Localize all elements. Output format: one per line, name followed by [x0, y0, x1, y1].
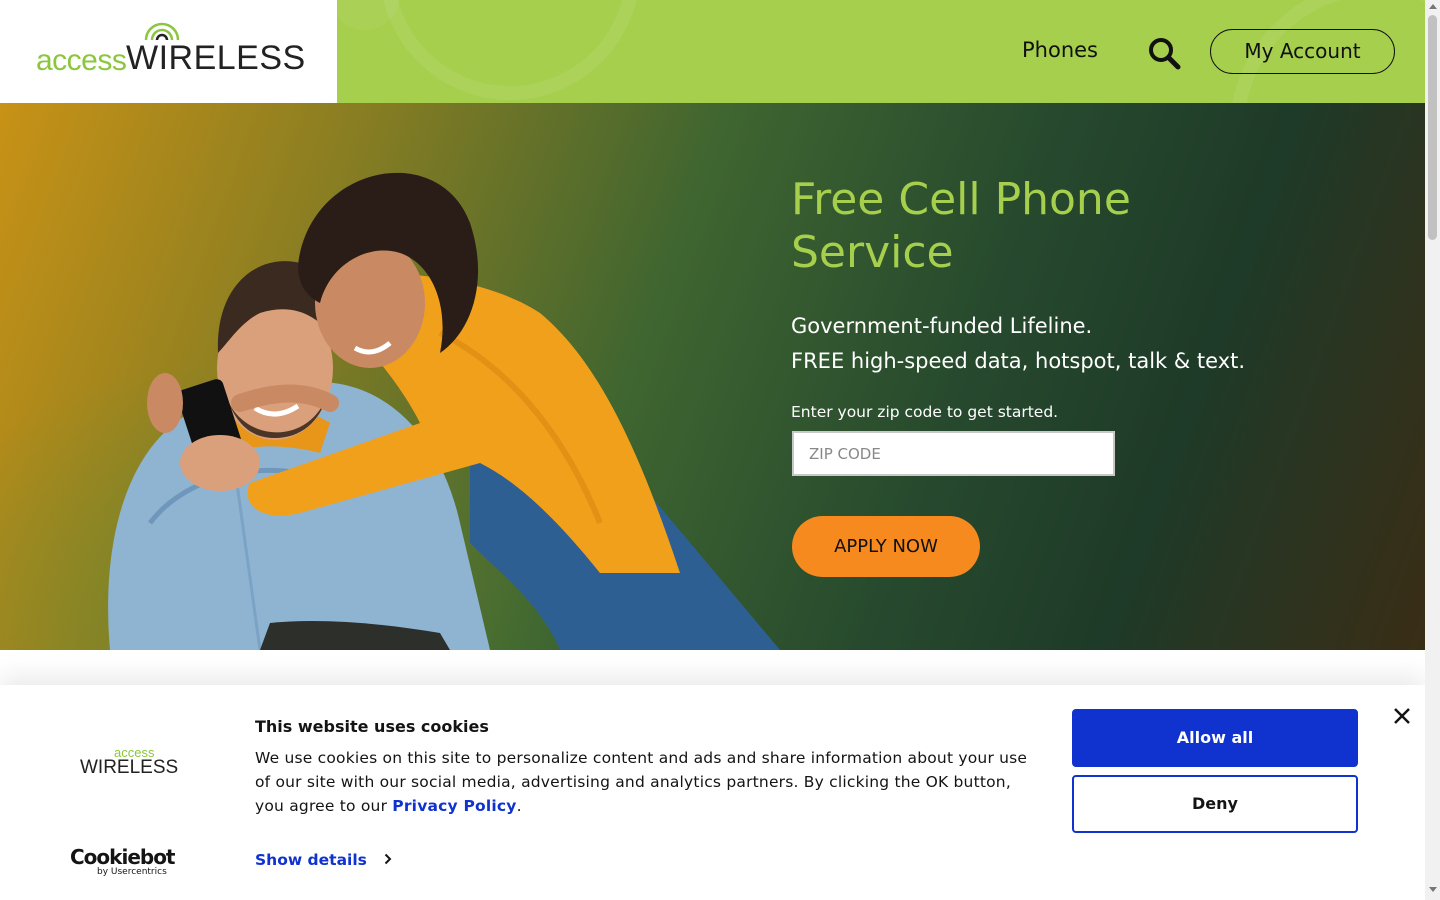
cookie-banner-title: This website uses cookies — [255, 717, 489, 736]
decorative-dot — [330, 0, 400, 30]
allow-all-button[interactable]: Allow all — [1072, 709, 1358, 767]
apply-now-button[interactable]: APPLY NOW — [792, 516, 980, 577]
deny-button[interactable]: Deny — [1072, 775, 1358, 833]
search-icon[interactable] — [1147, 36, 1181, 70]
banner-company-logo: access WIRELESS — [80, 745, 178, 779]
banner-logo-text-wireless: WIRELESS — [80, 757, 179, 778]
cookiebot-logo[interactable]: Cookiebot by Usercentrics — [70, 845, 175, 877]
hero-subtitle-line2: FREE high-speed data, hotspot, talk & te… — [791, 349, 1246, 373]
logo-container[interactable]: access WIRELESS — [0, 0, 337, 103]
hero-section: Free Cell Phone Service Government-funde… — [0, 103, 1425, 650]
cookie-consent-banner: access WIRELESS Cookiebot by Usercentric… — [0, 685, 1425, 900]
cookie-text-end: . — [516, 797, 522, 815]
zip-code-label: Enter your zip code to get started. — [791, 403, 1059, 421]
nav-link-phones[interactable]: Phones — [1022, 38, 1098, 62]
close-icon[interactable] — [1390, 704, 1414, 728]
show-details-label: Show details — [255, 851, 367, 869]
hero-subtitle-line1: Government-funded Lifeline. — [791, 314, 1093, 338]
scroll-up-arrow-icon[interactable] — [1429, 4, 1437, 9]
privacy-policy-link[interactable]: Privacy Policy — [392, 797, 516, 815]
cookie-banner-text: We use cookies on this site to personali… — [255, 746, 1045, 818]
couple-photo — [108, 172, 780, 650]
page-scrollbar[interactable] — [1425, 0, 1440, 900]
scrollbar-thumb[interactable] — [1428, 15, 1437, 240]
scroll-down-arrow-icon[interactable] — [1429, 887, 1437, 892]
logo-text-wireless: WIRELESS — [126, 39, 306, 77]
hero-title: Free Cell Phone Service — [791, 174, 1131, 278]
show-details-link[interactable]: Show details — [255, 851, 392, 869]
chevron-right-icon — [385, 853, 392, 865]
access-wireless-logo[interactable]: access WIRELESS — [36, 18, 305, 78]
cookie-text-body: We use cookies on this site to personali… — [255, 749, 1028, 815]
zip-code-input[interactable] — [792, 431, 1115, 476]
cookiebot-byline: by Usercentrics — [97, 867, 167, 877]
decorative-ring — [380, 0, 640, 100]
my-account-button[interactable]: My Account — [1210, 29, 1395, 74]
cookiebot-wordmark: Cookiebot — [70, 845, 175, 869]
site-header: access WIRELESS Phones My Account — [0, 0, 1425, 103]
logo-text-access: access — [36, 44, 127, 77]
